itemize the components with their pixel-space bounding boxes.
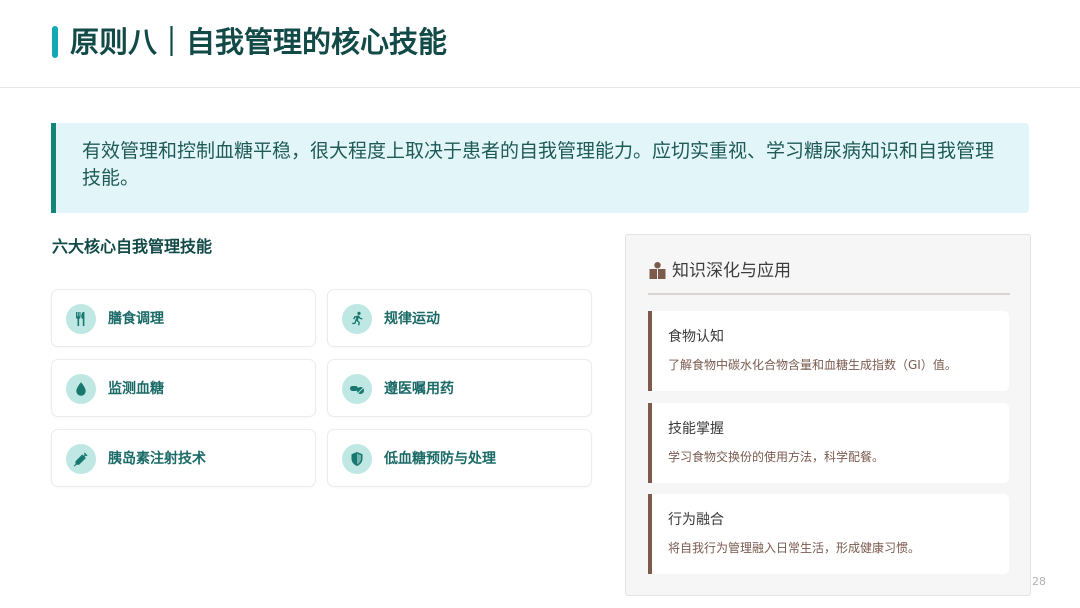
skill-card-hypoglycemia: 低血糖预防与处理 bbox=[327, 429, 592, 487]
knowledge-card: 技能掌握 学习食物交换份的使用方法，科学配餐。 bbox=[648, 403, 1009, 483]
knowledge-card-title: 技能掌握 bbox=[668, 421, 724, 437]
knowledge-card-title: 食物认知 bbox=[668, 329, 724, 345]
page-title: 原则八｜自我管理的核心技能 bbox=[70, 25, 448, 59]
skill-label: 规律运动 bbox=[384, 311, 440, 327]
skill-label: 膳食调理 bbox=[108, 311, 164, 327]
knowledge-card-desc: 学习食物交换份的使用方法，科学配餐。 bbox=[668, 450, 885, 464]
skill-label: 低血糖预防与处理 bbox=[384, 451, 496, 467]
intro-text: 有效管理和控制血糖平稳，很大程度上取决于患者的自我管理能力。应切实重视、学习糖尿… bbox=[82, 140, 995, 189]
knowledge-card-desc: 将自我行为管理融入日常生活，形成健康习惯。 bbox=[668, 541, 921, 555]
knowledge-panel-title: 知识深化与应用 bbox=[672, 261, 791, 281]
slide-header: 原则八｜自我管理的核心技能 bbox=[0, 0, 1080, 88]
pills-icon bbox=[342, 374, 372, 404]
knowledge-card-title: 行为融合 bbox=[668, 512, 724, 528]
shield-icon bbox=[342, 444, 372, 474]
books-icon bbox=[649, 262, 666, 279]
page-number: 28 bbox=[1032, 575, 1046, 588]
skills-heading: 六大核心自我管理技能 bbox=[52, 237, 213, 256]
blood-drop-icon bbox=[66, 374, 96, 404]
knowledge-card-desc: 了解食物中碳水化合物含量和血糖生成指数（GI）值。 bbox=[668, 358, 957, 372]
skill-card-diet: 膳食调理 bbox=[51, 289, 316, 347]
skill-label: 胰岛素注射技术 bbox=[108, 451, 206, 467]
knowledge-panel-header: 知识深化与应用 bbox=[648, 259, 791, 283]
panel-divider bbox=[648, 293, 1010, 295]
skill-card-medication: 遵医嘱用药 bbox=[327, 359, 592, 417]
skill-label: 遵医嘱用药 bbox=[384, 381, 454, 397]
skill-label: 监测血糖 bbox=[108, 381, 164, 397]
running-icon bbox=[342, 304, 372, 334]
title-accent-bar bbox=[52, 26, 58, 58]
skill-card-glucose: 监测血糖 bbox=[51, 359, 316, 417]
intro-callout: 有效管理和控制血糖平稳，很大程度上取决于患者的自我管理能力。应切实重视、学习糖尿… bbox=[51, 123, 1029, 213]
skill-card-insulin: 胰岛素注射技术 bbox=[51, 429, 316, 487]
knowledge-card: 行为融合 将自我行为管理融入日常生活，形成健康习惯。 bbox=[648, 494, 1009, 574]
utensils-icon bbox=[66, 304, 96, 334]
knowledge-card: 食物认知 了解食物中碳水化合物含量和血糖生成指数（GI）值。 bbox=[648, 311, 1009, 391]
knowledge-panel: 知识深化与应用 食物认知 了解食物中碳水化合物含量和血糖生成指数（GI）值。 技… bbox=[625, 234, 1031, 596]
slide: 原则八｜自我管理的核心技能 有效管理和控制血糖平稳，很大程度上取决于患者的自我管… bbox=[0, 0, 1080, 608]
syringe-icon bbox=[66, 444, 96, 474]
skill-card-exercise: 规律运动 bbox=[327, 289, 592, 347]
